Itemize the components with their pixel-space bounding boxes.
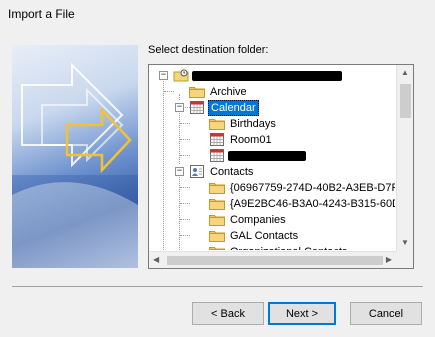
tree-node[interactable]: Calendar: [189, 99, 259, 116]
tree-node-label: Birthdays: [230, 117, 276, 130]
back-button[interactable]: < Back: [192, 302, 264, 325]
redacted-label: [228, 150, 306, 161]
scroll-up-icon[interactable]: ▲: [401, 69, 409, 77]
tree-node-label: Archive: [210, 85, 247, 98]
tree-node-label: GAL Contacts: [230, 229, 299, 242]
tree-guide-line: [180, 123, 190, 124]
tree-guide-line: [180, 155, 190, 156]
tree-node[interactable]: Companies: [209, 212, 288, 227]
tree-node-label: {A9E2BC46-B3A0-4243-B315-60D9: [230, 197, 395, 210]
tree-node-label: Companies: [230, 213, 286, 226]
separator: [12, 286, 423, 287]
tree-guide-line: [180, 219, 190, 220]
folder-icon: [209, 213, 225, 226]
cancel-button[interactable]: Cancel: [350, 302, 422, 325]
tree-node-label: Calendar: [208, 99, 259, 116]
arrow-illustration-icon: [12, 62, 138, 268]
horizontal-scrollbar[interactable]: ◀ ▶: [149, 251, 396, 268]
folder-tree[interactable]: − Archive − Calendar Birthdays Room01 − Contact…: [148, 64, 414, 269]
tree-guide-line: [163, 78, 164, 250]
destination-prompt: Select destination folder:: [148, 44, 269, 56]
calendar-icon: [209, 149, 225, 162]
tree-guide-line: [179, 174, 180, 250]
redacted-label: [192, 70, 342, 81]
scroll-right-icon[interactable]: ▶: [386, 256, 392, 264]
calendar-icon: [189, 101, 205, 114]
tree-node-label: Room01: [230, 133, 272, 146]
collapse-toggle[interactable]: −: [159, 71, 168, 80]
mailbox-icon: [173, 69, 189, 82]
tree-node[interactable]: Organizational Contacts: [209, 244, 349, 250]
tree-node-label: Organizational Contacts: [228, 245, 349, 251]
tree-node[interactable]: Room01: [209, 132, 274, 147]
collapse-toggle[interactable]: −: [175, 167, 184, 176]
tree-node[interactable]: Contacts: [189, 164, 255, 179]
folder-icon: [209, 117, 225, 130]
folder-icon: [209, 181, 225, 194]
scroll-down-icon[interactable]: ▼: [401, 239, 409, 247]
folder-icon: [209, 197, 225, 210]
tree-node-label: {06967759-274D-40B2-A3EB-D7F9: [230, 181, 395, 194]
tree-guide-line: [164, 91, 174, 92]
tree-guide-line: [180, 139, 190, 140]
calendar-icon: [209, 133, 225, 146]
tree-node[interactable]: [209, 148, 306, 163]
tree-node[interactable]: [173, 68, 342, 83]
tree-guide-line: [180, 203, 190, 204]
scrollbar-corner: [396, 251, 413, 268]
tree-guide-line: [180, 187, 190, 188]
wizard-illustration: [12, 45, 138, 268]
tree-node[interactable]: Birthdays: [209, 116, 278, 131]
tree-node[interactable]: {06967759-274D-40B2-A3EB-D7F9: [209, 180, 395, 195]
window-title: Import a File: [8, 7, 75, 21]
scroll-left-icon[interactable]: ◀: [153, 256, 159, 264]
tree-node[interactable]: Archive: [189, 84, 249, 99]
tree-node[interactable]: {A9E2BC46-B3A0-4243-B315-60D9: [209, 196, 395, 211]
contacts-icon: [189, 165, 205, 178]
folder-icon: [209, 229, 225, 242]
folder-icon: [189, 85, 205, 98]
collapse-toggle[interactable]: −: [175, 103, 184, 112]
next-button[interactable]: Next >: [268, 302, 336, 325]
tree-guide-line: [179, 94, 180, 100]
tree-guide-line: [180, 235, 190, 236]
horizontal-scroll-thumb[interactable]: [167, 256, 383, 265]
folder-icon: [209, 245, 225, 250]
vertical-scroll-thumb[interactable]: [400, 84, 411, 118]
tree-node[interactable]: GAL Contacts: [209, 228, 300, 243]
vertical-scrollbar[interactable]: ▲ ▼: [396, 65, 413, 251]
tree-node-label: Contacts: [210, 165, 254, 178]
